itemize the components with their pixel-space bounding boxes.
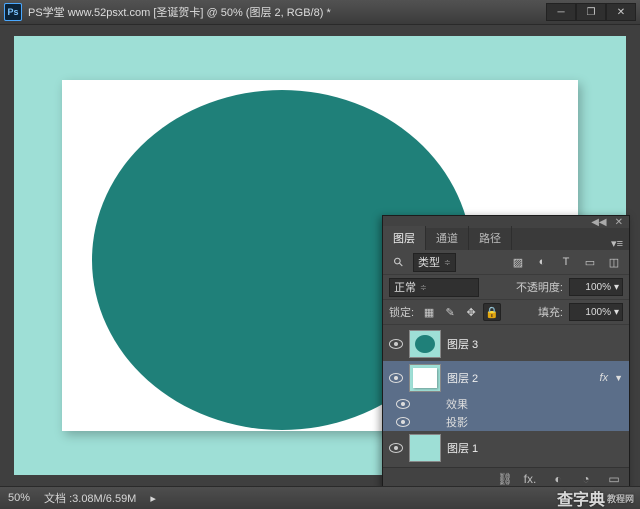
layer-thumb (409, 364, 441, 392)
tab-paths[interactable]: 路径 (469, 226, 512, 250)
effects-label: 效果 (446, 396, 468, 412)
panel-tabs: 图层 通道 路径 ▾≡ (383, 228, 629, 250)
layer-row[interactable]: 图层 3 (383, 327, 629, 361)
app-icon: Ps (4, 3, 22, 21)
filter-image-icon[interactable]: ▨ (509, 253, 527, 271)
doc-size: 文档 :3.08M/6.59M (44, 490, 136, 506)
lock-position-icon[interactable]: ✥ (462, 303, 480, 321)
tab-layers[interactable]: 图层 (383, 226, 426, 250)
window-controls: ─ ❐ ✕ (546, 3, 636, 21)
layer-name: 图层 1 (447, 440, 478, 456)
chevron-down-icon: ≑ (420, 283, 427, 292)
title-bar: Ps PS学堂 www.52psxt.com [圣诞贺卡] @ 50% (图层 … (0, 0, 640, 25)
fill-input[interactable]: 100%▾ (569, 303, 623, 321)
search-icon: ⚲ (389, 253, 407, 271)
filter-adjust-icon[interactable]: ◐ (533, 253, 551, 271)
visibility-icon[interactable] (389, 373, 403, 383)
layer-effect-dropshadow[interactable]: 投影 (383, 413, 629, 431)
layers-panel: ◀◀ ✕ 图层 通道 路径 ▾≡ ⚲ 类型≑ ▨ ◐ T ▭ ◫ 正常≑ 不透明… (382, 215, 630, 491)
filter-kind-select[interactable]: 类型≑ (413, 253, 456, 272)
window-title: PS学堂 www.52psxt.com [圣诞贺卡] @ 50% (图层 2, … (28, 4, 546, 20)
status-bar: 50% 文档 :3.08M/6.59M ▸ (0, 486, 640, 509)
blend-row: 正常≑ 不透明度: 100%▾ (383, 275, 629, 300)
lock-row: 锁定: ▦ ✎ ✥ 🔒 填充: 100%▾ (383, 300, 629, 325)
opacity-input[interactable]: 100%▾ (569, 278, 623, 296)
visibility-icon[interactable] (396, 417, 410, 427)
lock-transparency-icon[interactable]: ▦ (420, 303, 438, 321)
zoom-level[interactable]: 50% (8, 492, 30, 504)
close-button[interactable]: ✕ (606, 3, 636, 21)
status-more-icon[interactable]: ▸ (150, 492, 156, 505)
lock-icons: ▦ ✎ ✥ 🔒 (420, 303, 501, 321)
filter-text-icon[interactable]: T (557, 253, 575, 271)
filter-row: ⚲ 类型≑ ▨ ◐ T ▭ ◫ (383, 250, 629, 275)
app-window: Ps PS学堂 www.52psxt.com [圣诞贺卡] @ 50% (图层 … (0, 0, 640, 509)
layers-list: 图层 3 图层 2 fx▼ 效果 投影 图层 1 (383, 325, 629, 467)
layer-name: 图层 2 (447, 370, 478, 386)
chevron-down-icon: ≑ (444, 258, 451, 267)
chevron-down-icon: ▼ (614, 373, 623, 383)
tab-channels[interactable]: 通道 (426, 226, 469, 250)
visibility-icon[interactable] (396, 399, 410, 409)
layer-thumb (409, 330, 441, 358)
collapse-icon[interactable]: ◀◀ (591, 217, 606, 228)
layer-thumb (409, 434, 441, 462)
layer-name: 图层 3 (447, 336, 478, 352)
panel-close-icon[interactable]: ✕ (615, 217, 623, 228)
visibility-icon[interactable] (389, 339, 403, 349)
filter-shape-icon[interactable]: ▭ (581, 253, 599, 271)
maximize-button[interactable]: ❐ (576, 3, 606, 21)
layer-effects-row[interactable]: 效果 (383, 395, 629, 413)
opacity-label: 不透明度: (516, 279, 563, 295)
blend-mode-select[interactable]: 正常≑ (389, 278, 479, 297)
layer-row-selected[interactable]: 图层 2 fx▼ (383, 361, 629, 395)
lock-all-icon[interactable]: 🔒 (483, 303, 501, 321)
layer-effects-badge[interactable]: fx▼ (600, 372, 623, 384)
lock-pixels-icon[interactable]: ✎ (441, 303, 459, 321)
layer-row[interactable]: 图层 1 (383, 431, 629, 465)
filter-smart-icon[interactable]: ◫ (605, 253, 623, 271)
panel-menu-icon[interactable]: ▾≡ (605, 237, 629, 250)
dropshadow-label: 投影 (446, 414, 468, 430)
filter-type-icons: ▨ ◐ T ▭ ◫ (509, 253, 623, 271)
lock-label: 锁定: (389, 304, 414, 320)
minimize-button[interactable]: ─ (546, 3, 576, 21)
fill-label: 填充: (538, 304, 563, 320)
visibility-icon[interactable] (389, 443, 403, 453)
